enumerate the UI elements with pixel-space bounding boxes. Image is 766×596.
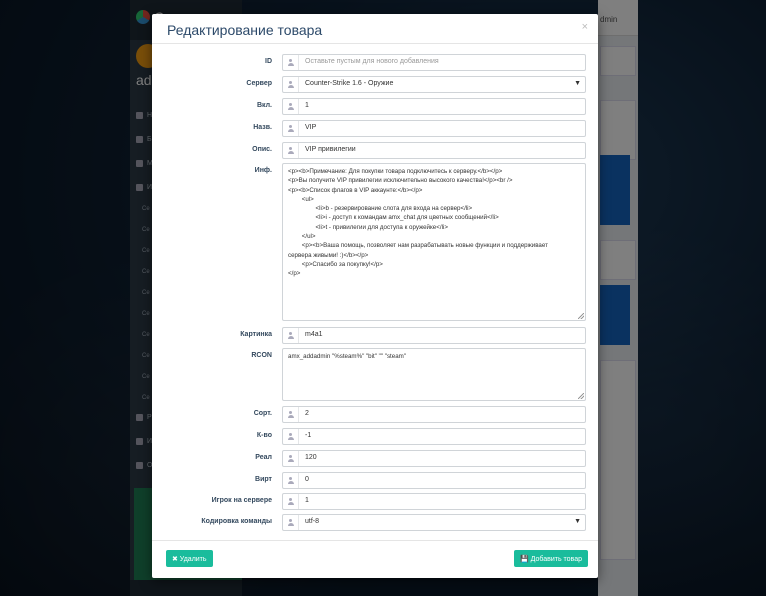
count-input[interactable]: -1: [282, 428, 586, 445]
modal-footer: ✖ Удалить 💾 Добавить товар: [152, 540, 598, 578]
user-icon: [287, 125, 294, 132]
field-label: RCON: [251, 352, 272, 359]
edit-product-modal: Редактирование товара × ID Оставьте пуст…: [152, 14, 598, 578]
name-value: VIP: [305, 124, 317, 131]
real-input[interactable]: 120: [282, 450, 586, 467]
user-icon: [287, 519, 294, 526]
user-icon: [287, 498, 294, 505]
sort-value: 2: [305, 410, 309, 417]
user-icon: [287, 477, 294, 484]
caret-down-icon: ▼: [574, 518, 581, 525]
rcon-textarea[interactable]: amx_addadmin "%steam%" "bit" "" "steam": [282, 348, 586, 401]
player-on-server-value: 1: [305, 497, 309, 504]
caret-down-icon: ▼: [574, 80, 581, 87]
command-encoding-select[interactable]: utf-8 ▼: [282, 514, 586, 531]
field-label: К-во: [256, 432, 272, 439]
field-label: Вирт: [255, 476, 272, 483]
field-label: Вкл.: [256, 102, 272, 109]
id-placeholder: Оставьте пустым для нового добавления: [305, 58, 439, 65]
field-label: Кодировка команды: [201, 518, 272, 525]
user-icon: [287, 433, 294, 440]
field-label: Игрок на сервере: [211, 497, 272, 504]
name-input[interactable]: VIP: [282, 120, 586, 137]
user-icon: [287, 332, 294, 339]
field-label: Реал: [255, 454, 272, 461]
command-encoding-value: utf-8: [305, 518, 320, 525]
user-icon: [287, 59, 294, 66]
user-icon: [287, 455, 294, 462]
field-label: Сорт.: [253, 410, 272, 417]
resize-handle[interactable]: [578, 393, 584, 399]
field-label: Картинка: [240, 331, 272, 338]
count-value: -1: [305, 432, 312, 439]
virt-input[interactable]: 0: [282, 472, 586, 489]
add-product-button[interactable]: 💾 Добавить товар: [514, 550, 588, 567]
resize-handle[interactable]: [578, 313, 584, 319]
field-label: Инф.: [254, 167, 272, 174]
id-input[interactable]: Оставьте пустым для нового добавления: [282, 54, 586, 71]
field-label: ID: [265, 58, 272, 65]
user-icon: [287, 103, 294, 110]
user-icon: [287, 81, 294, 88]
description-input[interactable]: VIP привилегии: [282, 142, 586, 159]
sort-input[interactable]: 2: [282, 406, 586, 423]
server-select[interactable]: Counter-Strike 1.6 - Оружие ▼: [282, 76, 586, 93]
player-on-server-input[interactable]: 1: [282, 493, 586, 510]
close-icon[interactable]: ×: [582, 21, 588, 33]
description-value: VIP привилегии: [305, 146, 356, 153]
picture-input[interactable]: m4a1: [282, 327, 586, 344]
field-label: Сервер: [246, 80, 272, 87]
modal-title: Редактирование товара: [167, 22, 323, 38]
picture-value: m4a1: [305, 331, 323, 338]
rcon-text: amx_addadmin "%steam%" "bit" "" "steam": [288, 353, 406, 360]
user-icon: [287, 411, 294, 418]
info-textarea[interactable]: <p><b>Примечание: Для покупки товара под…: [282, 163, 586, 321]
virt-value: 0: [305, 476, 309, 483]
real-value: 120: [305, 454, 317, 461]
enabled-input[interactable]: 1: [282, 98, 586, 115]
field-label: Назв.: [253, 124, 272, 131]
user-icon: [287, 147, 294, 154]
info-text: <p><b>Примечание: Для покупки товара под…: [288, 168, 548, 278]
field-label: Опис.: [252, 146, 272, 153]
delete-button[interactable]: ✖ Удалить: [166, 550, 213, 567]
modal-header: Редактирование товара ×: [152, 14, 598, 44]
enabled-value: 1: [305, 102, 309, 109]
server-value: Counter-Strike 1.6 - Оружие: [305, 80, 394, 87]
